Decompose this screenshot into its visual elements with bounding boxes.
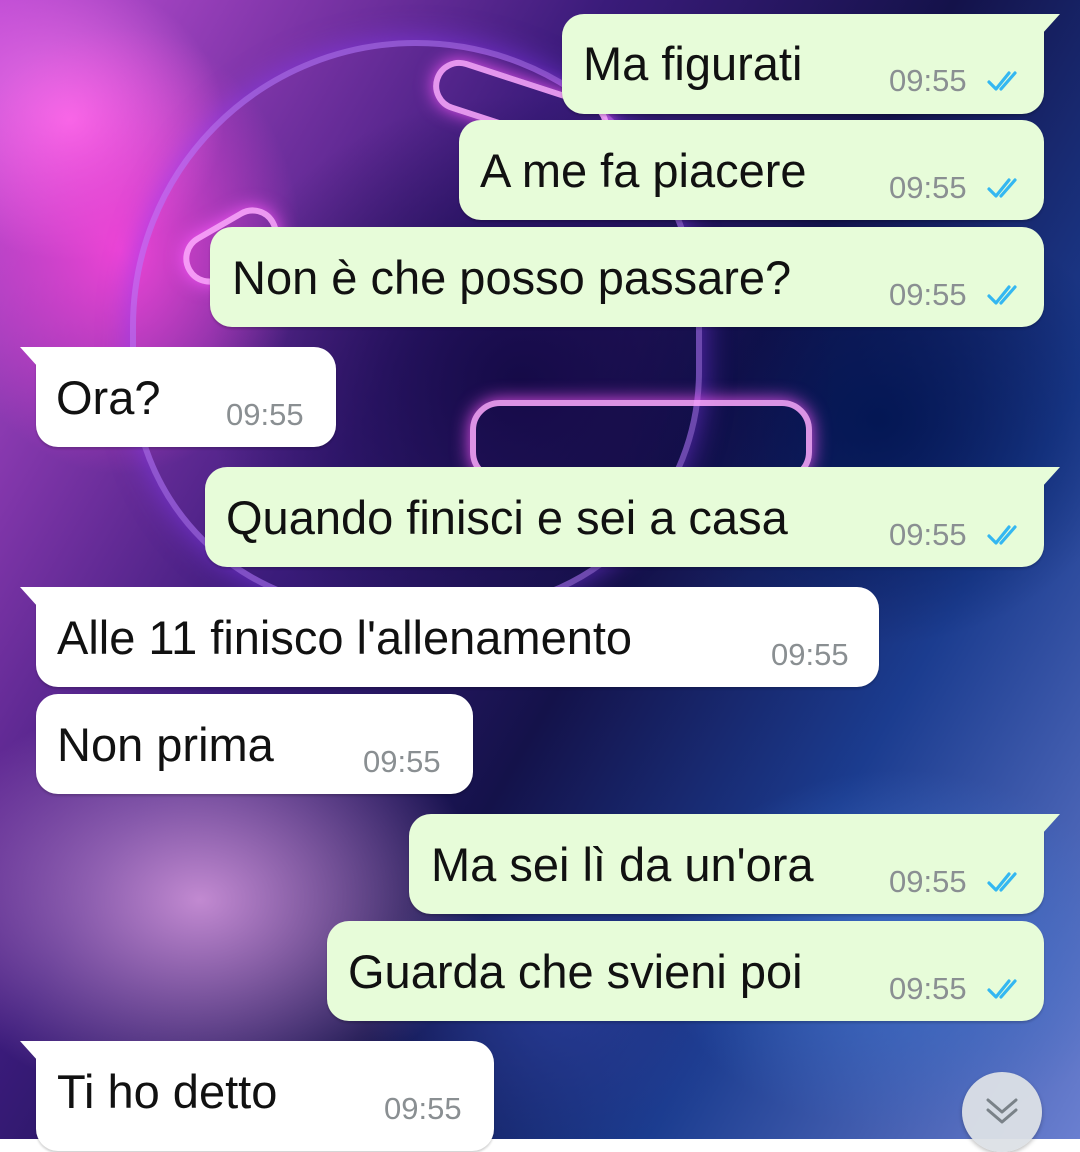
read-receipt-icon (987, 979, 1017, 999)
message-bubble-outgoing[interactable]: Ma figurati 09:55 (562, 14, 1060, 114)
message-bubble-outgoing[interactable]: Non è che posso passare? 09:55 (210, 227, 1044, 327)
message-time: 09:55 (226, 397, 304, 432)
message-text: Ora? (56, 371, 161, 424)
message-text: Ma figurati (583, 37, 803, 90)
message-text: Non è che posso passare? (232, 251, 792, 304)
message-text: Non prima (57, 718, 274, 771)
message-bubble-outgoing[interactable]: Quando finisci e sei a casa 09:55 (205, 467, 1060, 567)
read-receipt-icon (987, 525, 1017, 545)
message-time: 09:55 (363, 744, 441, 779)
message-bubble-outgoing[interactable]: A me fa piacere 09:55 (459, 120, 1044, 220)
message-text: Ti ho detto (57, 1065, 278, 1118)
message-time: 09:55 (889, 170, 967, 205)
message-text: Alle 11 finisco l'allenamento (57, 611, 633, 664)
message-bubble-outgoing[interactable]: Guarda che svieni poi 09:55 (327, 921, 1044, 1021)
message-bubble-outgoing[interactable]: Ma sei lì da un'ora 09:55 (409, 814, 1060, 914)
message-bubble-incoming[interactable]: Ora? 09:55 (20, 347, 336, 447)
message-time: 09:55 (384, 1091, 462, 1126)
scroll-to-bottom-button[interactable] (962, 1072, 1042, 1152)
message-bubble-incoming[interactable]: Alle 11 finisco l'allenamento 09:55 (20, 587, 879, 687)
double-chevron-down-icon (986, 1098, 1018, 1124)
read-receipt-icon (987, 285, 1017, 305)
message-time: 09:55 (889, 277, 967, 312)
message-bubble-incoming[interactable]: Ti ho detto 09:55 (20, 1041, 494, 1151)
message-time: 09:55 (889, 864, 967, 899)
message-text: Guarda che svieni poi (348, 945, 803, 998)
message-time: 09:55 (771, 637, 849, 672)
message-time: 09:55 (889, 517, 967, 552)
message-time: 09:55 (889, 63, 967, 98)
message-time: 09:55 (889, 971, 967, 1006)
read-receipt-icon (987, 872, 1017, 892)
message-text: Quando finisci e sei a casa (226, 491, 788, 544)
message-bubble-incoming[interactable]: Non prima 09:55 (36, 694, 473, 794)
read-receipt-icon (987, 71, 1017, 91)
read-receipt-icon (987, 178, 1017, 198)
message-text: Ma sei lì da un'ora (431, 838, 814, 891)
message-text: A me fa piacere (480, 144, 807, 197)
